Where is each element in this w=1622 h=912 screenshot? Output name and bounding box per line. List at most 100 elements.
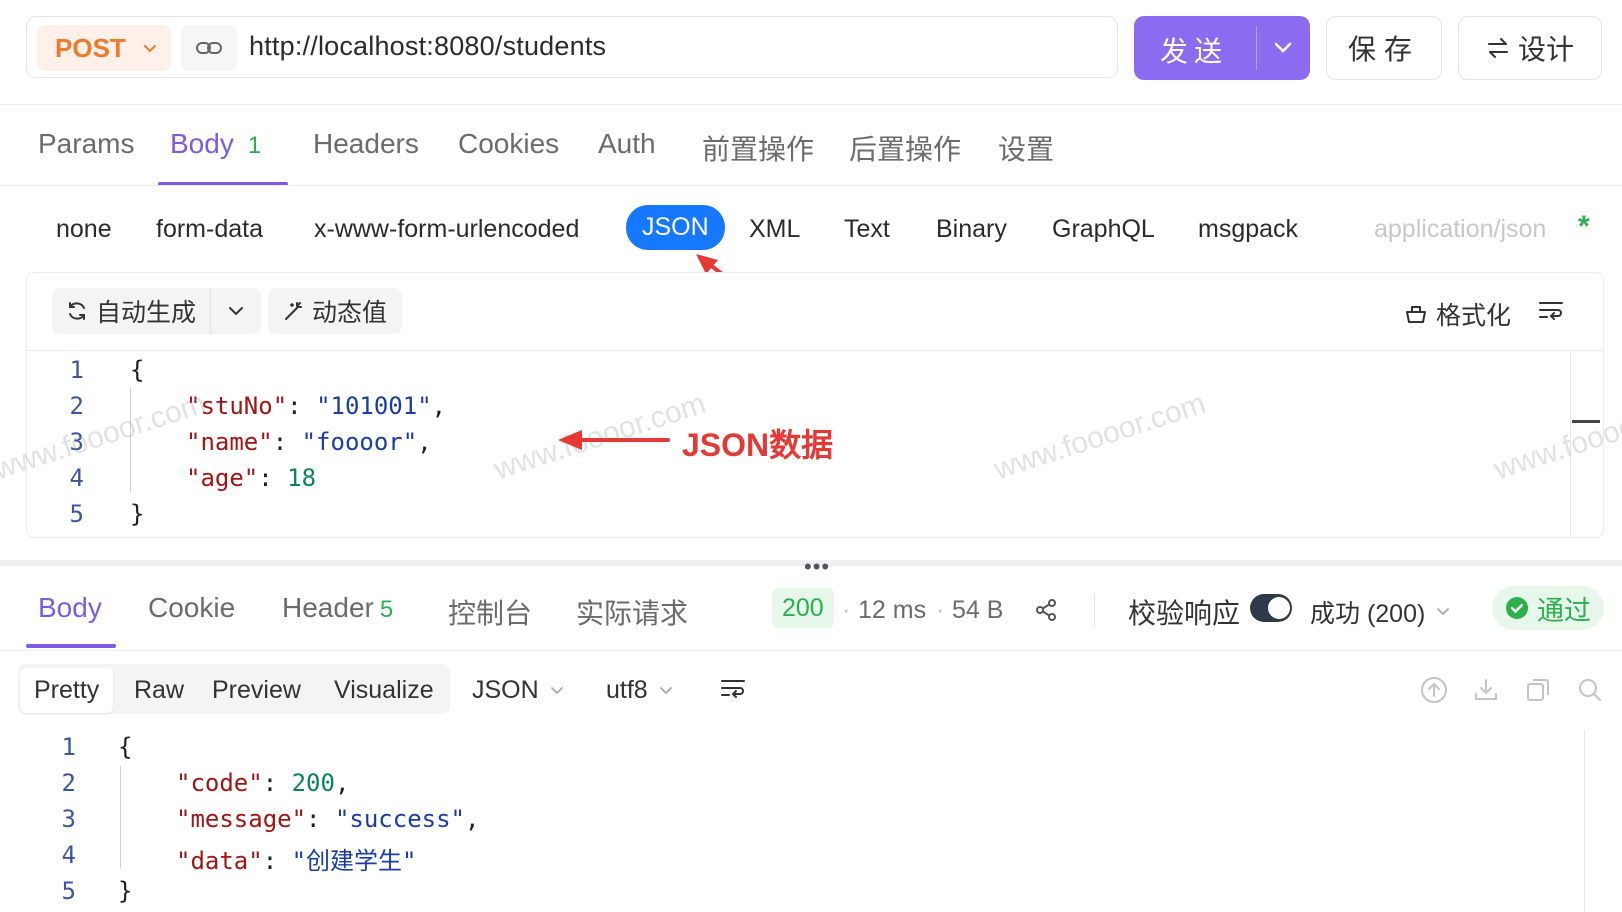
download-icon[interactable]: [1472, 676, 1500, 704]
tab-body[interactable]: Body 1: [170, 128, 261, 160]
divider: [1094, 594, 1095, 626]
body-type-xml[interactable]: XML: [749, 215, 800, 244]
response-size: 54 B: [952, 596, 1004, 624]
separator: ·: [842, 596, 851, 624]
json-comma: ,: [465, 805, 480, 833]
save-button[interactable]: 保存: [1326, 16, 1442, 80]
format-select-label: JSON: [472, 676, 539, 704]
tab-post-request[interactable]: 后置操作: [849, 128, 961, 168]
line-number: 5: [61, 877, 76, 905]
tab-headers[interactable]: Headers: [313, 128, 419, 160]
send-button[interactable]: 发送: [1134, 16, 1310, 80]
body-type-text[interactable]: Text: [844, 215, 890, 244]
required-marker: *: [1578, 210, 1590, 243]
auto-generate-label: 自动生成: [96, 299, 197, 327]
view-mode-visualize[interactable]: Visualize: [334, 676, 434, 705]
body-type-json[interactable]: JSON: [626, 205, 725, 250]
auto-generate-dropdown[interactable]: [211, 288, 261, 334]
json-key: "data": [176, 847, 263, 875]
response-scrollbar[interactable]: [1584, 730, 1585, 912]
json-value: "foooor": [301, 428, 418, 456]
validate-response-label: 校验响应: [1128, 598, 1241, 629]
format-button[interactable]: 格式化: [1404, 296, 1511, 332]
json-comma: ,: [334, 769, 350, 797]
upload-icon[interactable]: [1420, 676, 1448, 704]
response-tab-cookie[interactable]: Cookie: [148, 592, 235, 624]
word-wrap-icon[interactable]: [720, 676, 746, 700]
chevron-down-icon: [229, 307, 243, 316]
tab-params[interactable]: Params: [38, 128, 134, 160]
body-type-none[interactable]: none: [56, 215, 112, 244]
method-label: POST: [55, 32, 126, 63]
send-divider: [1256, 26, 1257, 70]
tab-label: 前置操作: [702, 134, 815, 165]
response-tab-body[interactable]: Body: [38, 592, 102, 624]
code-brace-close: }: [118, 877, 133, 905]
method-select[interactable]: POST: [37, 25, 171, 71]
pass-badge: 通过: [1492, 586, 1604, 630]
pass-label: 通过: [1537, 595, 1591, 626]
save-label: 保存: [1347, 34, 1420, 65]
json-value: "创建学生": [291, 847, 417, 875]
design-button[interactable]: 设计: [1458, 16, 1602, 80]
swap-icon: [1487, 38, 1508, 58]
chevron-down-icon[interactable]: [1272, 38, 1294, 58]
tab-label: Cookies: [458, 128, 560, 159]
success-status-select[interactable]: 成功 (200): [1310, 594, 1451, 630]
validate-response-toggle[interactable]: [1250, 594, 1292, 622]
divider: [0, 185, 1622, 186]
body-type-urlencoded[interactable]: x-www-form-urlencoded: [314, 215, 579, 244]
json-key: "message": [176, 805, 307, 833]
tab-cookies[interactable]: Cookies: [458, 128, 559, 160]
auto-generate-button[interactable]: 自动生成: [52, 288, 234, 334]
word-wrap-icon[interactable]: [1538, 298, 1564, 322]
body-type-graphql[interactable]: GraphQL: [1052, 215, 1155, 244]
encoding-select[interactable]: utf8: [606, 676, 674, 705]
link-button[interactable]: [181, 25, 237, 71]
code-line: "age": 18: [186, 464, 317, 492]
json-value: 200: [291, 769, 335, 797]
code-line: "name": "foooor",: [186, 428, 432, 456]
view-mode-raw[interactable]: Raw: [134, 676, 184, 705]
search-icon[interactable]: [1576, 676, 1604, 704]
line-number: 1: [61, 733, 76, 761]
code-brace-open: {: [118, 733, 133, 761]
copy-icon[interactable]: [1524, 676, 1552, 704]
tab-badge: 5: [379, 596, 394, 623]
response-tab-header[interactable]: Header 5: [282, 592, 393, 624]
line-number: 3: [61, 805, 76, 833]
dynamic-value-button[interactable]: 动态值: [268, 288, 402, 334]
response-tab-actual-request[interactable]: 实际请求: [576, 592, 688, 632]
body-type-form-data[interactable]: form-data: [156, 215, 263, 244]
link-icon: [196, 42, 222, 54]
toggle-knob: [1268, 597, 1290, 619]
tab-auth[interactable]: Auth: [598, 128, 656, 160]
tab-label: 设置: [998, 134, 1055, 165]
view-mode-pretty[interactable]: Pretty: [20, 668, 114, 713]
tab-label: 后置操作: [849, 134, 962, 165]
tab-settings[interactable]: 设置: [998, 128, 1054, 168]
body-type-binary[interactable]: Binary: [936, 215, 1007, 244]
json-comma: ,: [417, 428, 432, 456]
chevron-down-icon: [550, 686, 563, 694]
format-select[interactable]: JSON: [472, 676, 565, 705]
json-value: 18: [287, 464, 317, 492]
tab-label: Body: [38, 592, 102, 623]
drag-handle-icon[interactable]: •••: [804, 554, 830, 580]
url-input[interactable]: http://localhost:8080/students: [249, 31, 606, 62]
response-tab-console[interactable]: 控制台: [448, 592, 532, 632]
view-mode-preview[interactable]: Preview: [212, 676, 301, 705]
line-number: 2: [61, 769, 76, 797]
line-number: 2: [69, 392, 84, 420]
code-line: "message": "success",: [176, 805, 480, 833]
refresh-icon: [69, 302, 85, 320]
line-number: 5: [69, 500, 84, 528]
tab-label: Body: [170, 128, 234, 159]
code-brace-close: }: [130, 500, 145, 528]
body-type-msgpack[interactable]: msgpack: [1198, 215, 1298, 244]
divider: [27, 350, 1603, 351]
json-comma: ,: [431, 392, 447, 420]
tab-pre-request[interactable]: 前置操作: [702, 128, 814, 168]
share-icon[interactable]: [1034, 598, 1058, 622]
encoding-select-label: utf8: [606, 676, 648, 704]
